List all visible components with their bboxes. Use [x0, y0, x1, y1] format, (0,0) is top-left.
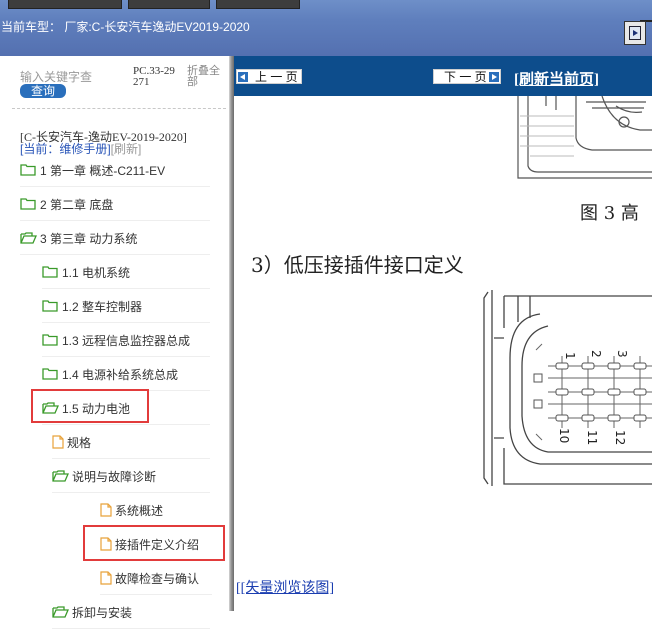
tree-item-label: 1.1 电机系统 — [62, 265, 131, 280]
folder-icon — [20, 198, 37, 210]
pin-label: 1 — [563, 352, 577, 360]
arrow-left-icon — [238, 72, 248, 82]
tree-item-label: 系统概述 — [115, 503, 164, 518]
tree-item[interactable]: 1.4 电源补给系统总成 — [42, 357, 210, 391]
tree-item[interactable]: 规格 — [52, 425, 210, 459]
next-page-button[interactable]: 下 一 页 — [433, 69, 501, 84]
panel-toggle-button[interactable] — [624, 21, 646, 45]
tree-item[interactable]: 1.3 远程信息监控器总成 — [42, 323, 210, 357]
tree-item[interactable]: 系统概述 — [100, 493, 212, 527]
tree-item-label: 2 第二章 底盘 — [40, 197, 114, 212]
tree-item-label: 拆卸与安装 — [72, 605, 133, 620]
tree-item-label: 1.4 电源补给系统总成 — [62, 367, 179, 382]
highlight-box — [31, 389, 149, 423]
folder-icon — [42, 266, 59, 278]
folder-open-icon — [20, 232, 37, 244]
pc-code: PC.33-29271 — [133, 65, 175, 88]
tree-item[interactable]: 3 第三章 动力系统 — [20, 221, 210, 255]
tree-item[interactable]: 1 第一章 概述-C211-EV — [20, 153, 210, 187]
page-toolbar: 上 一 页 下 一 页 [刷新当前页] — [234, 56, 652, 96]
vector-view-link[interactable]: [[矢量浏览该图] — [236, 577, 334, 597]
app-header: 当前车型： 厂家:C-长安汽车逸动EV2019-2020 — [0, 0, 652, 56]
prev-page-button[interactable]: 上 一 页 — [236, 69, 302, 84]
tree-item[interactable]: 1.2 整车控制器 — [42, 289, 210, 323]
pin-label: 2 — [589, 350, 603, 358]
tree-item-label: 说明与故障诊断 — [72, 469, 157, 484]
refresh-page-link[interactable]: [刷新当前页] — [514, 68, 599, 89]
document-icon — [52, 435, 64, 449]
next-page-label: 下 一 页 — [444, 70, 487, 84]
tree-item[interactable]: 1.1 电机系统 — [42, 255, 210, 289]
divider — [12, 108, 226, 109]
tree-item[interactable]: 故障检查与确认 — [100, 561, 212, 595]
prev-page-label: 上 一 页 — [255, 70, 298, 84]
search-button[interactable]: 查询 — [20, 84, 66, 98]
pin-label: 11 — [585, 430, 599, 445]
tree-item-label: 故障检查与确认 — [115, 571, 200, 586]
arrow-right-icon — [489, 72, 499, 82]
tree-item-label: 3 第三章 动力系统 — [40, 231, 138, 246]
top-menu-button[interactable] — [216, 0, 300, 9]
tree-item[interactable]: 2 第二章 底盘 — [20, 187, 210, 221]
folder-icon — [42, 368, 59, 380]
top-menu-button[interactable] — [8, 0, 122, 9]
search-input[interactable]: 输入关键字查 — [20, 68, 92, 85]
document-icon — [100, 571, 112, 585]
tree-item-label: 1 第一章 概述-C211-EV — [40, 163, 166, 178]
vector-view-label[interactable]: [矢量浏览该图] — [241, 581, 334, 596]
tree-item-label: 1.2 整车控制器 — [62, 299, 143, 314]
folder-open-icon — [52, 470, 69, 482]
folder-open-icon — [52, 606, 69, 618]
folder-icon — [20, 164, 37, 176]
current-car-model: 当前车型： 厂家:C-长安汽车逸动EV2019-2020 — [1, 20, 250, 34]
play-arrow-icon — [629, 26, 641, 40]
section-heading: 3）低压接插件接口定义 — [251, 253, 464, 277]
document-viewer: 上 一 页 下 一 页 [刷新当前页] 图 3 高 3）低压接插件接口定义 1 … — [234, 56, 652, 611]
collapse-all-link[interactable]: 折叠全部 — [187, 66, 225, 88]
top-menu-button[interactable] — [128, 0, 210, 9]
folder-icon — [42, 300, 59, 312]
pin-label: 12 — [613, 430, 627, 445]
document-icon — [100, 503, 112, 517]
pin-label: 3 — [615, 350, 629, 358]
tree-item[interactable]: 拆卸与安装 — [52, 595, 210, 629]
folder-icon — [42, 334, 59, 346]
pin-label: 10 — [557, 428, 571, 443]
tree-item-label: 规格 — [67, 435, 92, 450]
connector-diagram: 1 2 3 10 11 12 — [483, 290, 652, 486]
tree-item-label: 1.3 远程信息监控器总成 — [62, 333, 191, 348]
tree-item[interactable]: 说明与故障诊断 — [52, 459, 210, 493]
figure-3-partial — [516, 96, 652, 180]
figure-caption: 图 3 高 — [580, 203, 639, 224]
highlight-box — [83, 525, 225, 561]
